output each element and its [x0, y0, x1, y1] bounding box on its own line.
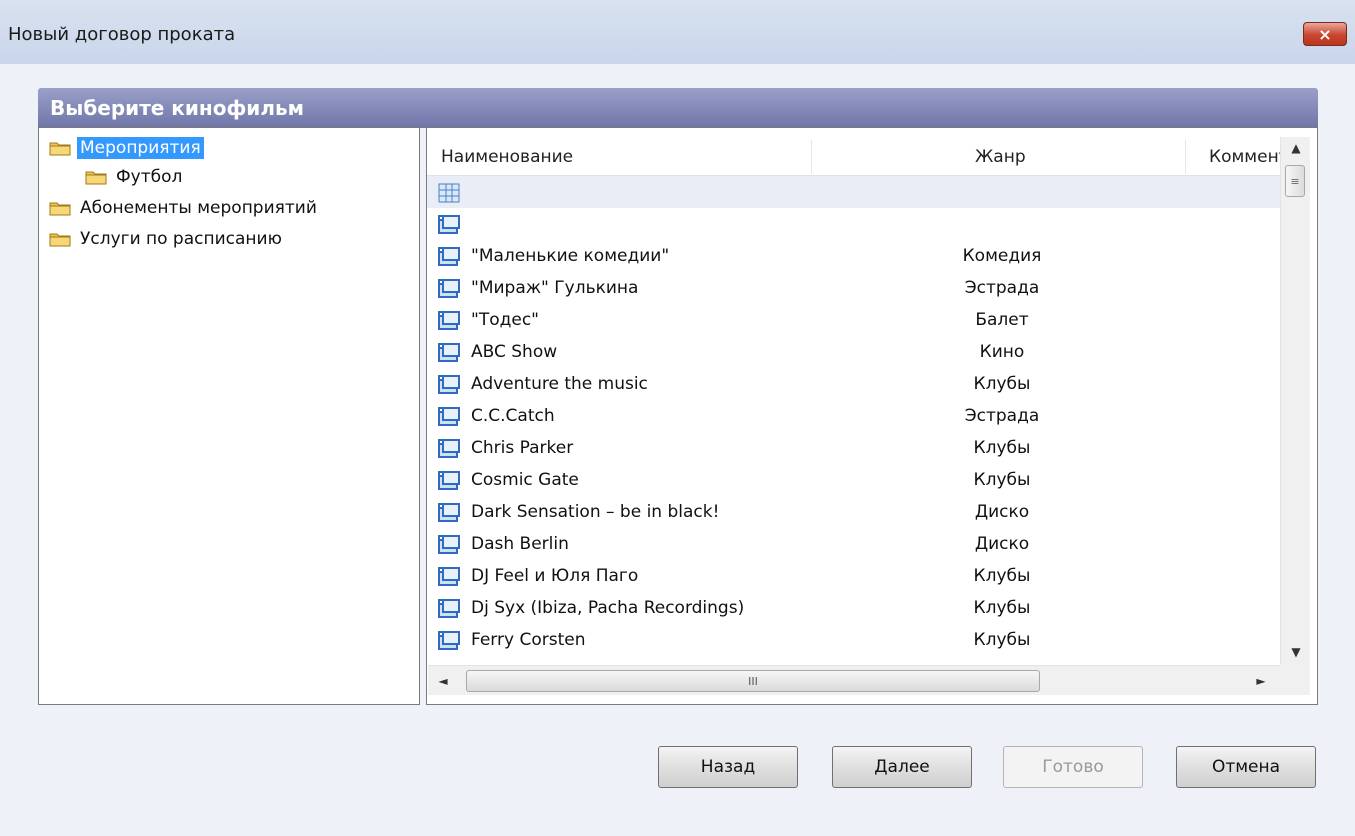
group-header: Выберите кинофильм	[38, 88, 1318, 128]
table-row[interactable]: "Маленькие комедии" Комедия	[427, 240, 1283, 272]
tree-item-label: Мероприятия	[77, 137, 204, 159]
row-name-cell: Dj Syx (Ibiza, Pacha Recordings)	[471, 598, 745, 618]
film-icon	[437, 406, 461, 428]
scrollbar-corner	[1280, 665, 1310, 695]
table-row[interactable]: Chris Parker Клубы	[427, 432, 1283, 464]
row-name-cell: C.C.Catch	[471, 406, 555, 426]
column-header-comment[interactable]: Коммент	[1209, 138, 1281, 176]
list-header: Наименование Жанр Коммент	[427, 138, 1283, 176]
table-row[interactable]: "Мираж" Гулькина Эстрада	[427, 272, 1283, 304]
folder-icon	[49, 140, 71, 156]
row-genre-cell: Диско	[974, 534, 1030, 554]
table-row[interactable]: Dark Sensation – be in black! Диско	[427, 496, 1283, 528]
tree-item-events[interactable]: Мероприятия	[49, 136, 204, 160]
table-row[interactable]: ABC Show Кино	[427, 336, 1283, 368]
column-divider[interactable]	[1185, 140, 1186, 174]
row-name-cell: "Тодес"	[471, 310, 539, 330]
scroll-down-arrow-icon[interactable]: ▼	[1281, 641, 1311, 663]
film-icon	[437, 598, 461, 620]
column-header-genre[interactable]: Жанр	[975, 138, 1035, 176]
row-name-cell: Cosmic Gate	[471, 470, 579, 490]
folder-icon	[49, 231, 71, 247]
table-row[interactable]	[427, 208, 1283, 240]
category-tree: Мероприятия Футбол Абонементы мероприяти…	[38, 127, 420, 705]
tree-item-label: Абонементы мероприятий	[80, 198, 317, 218]
column-header-name[interactable]: Наименование	[441, 138, 811, 176]
table-row[interactable]: Adventure the music Клубы	[427, 368, 1283, 400]
vertical-scrollbar[interactable]: ▲ ≡ ▼	[1280, 137, 1310, 665]
back-button[interactable]: Назад	[658, 746, 798, 788]
close-icon: ×	[1318, 24, 1332, 44]
row-genre-cell: Балет	[975, 310, 1029, 330]
tree-item-scheduled-services[interactable]: Услуги по расписанию	[49, 227, 285, 251]
row-genre-cell: Клубы	[973, 374, 1031, 394]
film-icon	[437, 630, 461, 652]
vertical-scroll-thumb[interactable]: ≡	[1285, 165, 1305, 197]
row-genre-cell: Клубы	[973, 438, 1031, 458]
folder-icon	[49, 200, 71, 216]
row-genre-cell: Диско	[974, 502, 1030, 522]
row-name-cell: ABC Show	[471, 342, 558, 362]
horizontal-scrollbar[interactable]: ◄ III ►	[428, 665, 1280, 695]
close-button[interactable]: ×	[1303, 22, 1347, 46]
film-icon	[437, 438, 461, 460]
film-icon	[437, 246, 461, 268]
row-name-cell: Chris Parker	[471, 438, 574, 458]
table-row[interactable]: Cosmic Gate Клубы	[427, 464, 1283, 496]
table-row[interactable]: DJ Feel и Юля Паго Клубы	[427, 560, 1283, 592]
film-icon	[437, 534, 461, 556]
table-row[interactable]: Ferry Corsten Клубы	[427, 624, 1283, 656]
cancel-button[interactable]: Отмена	[1176, 746, 1316, 788]
row-genre-cell: Клубы	[973, 470, 1031, 490]
row-name-cell: Dark Sensation – be in black!	[471, 502, 720, 522]
next-button[interactable]: Далее	[832, 746, 972, 788]
table-row[interactable]	[427, 176, 1283, 208]
window-title: Новый договор проката	[8, 24, 236, 45]
row-genre-cell: Комедия	[962, 246, 1042, 266]
film-icon	[437, 214, 461, 236]
scroll-up-arrow-icon[interactable]: ▲	[1281, 137, 1311, 159]
tree-item-label: Услуги по расписанию	[80, 229, 282, 249]
row-name-cell: Dash Berlin	[471, 534, 569, 554]
list-rows: "Маленькие комедии" Комедия "Мираж" Гульки…	[427, 176, 1283, 666]
row-genre-cell: Клубы	[973, 630, 1031, 650]
tree-item-subscriptions[interactable]: Абонементы мероприятий	[49, 196, 320, 220]
film-list: Наименование Жанр Коммент "Маленькие ком…	[426, 127, 1318, 705]
film-icon	[437, 470, 461, 492]
done-button: Готово	[1003, 746, 1143, 788]
row-name-cell: "Маленькие комедии"	[471, 246, 670, 266]
tree-item-football[interactable]: Футбол	[85, 165, 185, 189]
row-genre-cell: Эстрада	[964, 406, 1040, 426]
table-row[interactable]: "Тодес" Балет	[427, 304, 1283, 336]
film-icon	[437, 310, 461, 332]
film-icon	[437, 342, 461, 364]
scroll-right-arrow-icon[interactable]: ►	[1248, 666, 1274, 696]
tree-item-label: Футбол	[116, 167, 183, 187]
row-name-cell: DJ Feel и Юля Паго	[471, 566, 639, 586]
table-row[interactable]: Dj Syx (Ibiza, Pacha Recordings) Клубы	[427, 592, 1283, 624]
table-row[interactable]: Dash Berlin Диско	[427, 528, 1283, 560]
film-icon	[437, 278, 461, 300]
row-genre-cell: Клубы	[973, 566, 1031, 586]
title-bar: Новый договор проката ×	[0, 0, 1355, 64]
row-genre-cell: Эстрада	[964, 278, 1040, 298]
film-icon	[437, 502, 461, 524]
row-name-cell: Ferry Corsten	[471, 630, 586, 650]
film-icon	[437, 374, 461, 396]
folder-icon	[85, 169, 107, 185]
row-name-cell: "Мираж" Гулькина	[471, 278, 639, 298]
table-row[interactable]: C.C.Catch Эстрада	[427, 400, 1283, 432]
column-divider[interactable]	[811, 140, 812, 174]
row-genre-cell: Клубы	[973, 598, 1031, 618]
scroll-left-arrow-icon[interactable]: ◄	[430, 666, 456, 696]
row-genre-cell: Кино	[979, 342, 1025, 362]
new-row-icon	[437, 182, 461, 204]
film-icon	[437, 566, 461, 588]
horizontal-scroll-thumb[interactable]: III	[466, 670, 1040, 692]
row-name-cell: Adventure the music	[471, 374, 648, 394]
